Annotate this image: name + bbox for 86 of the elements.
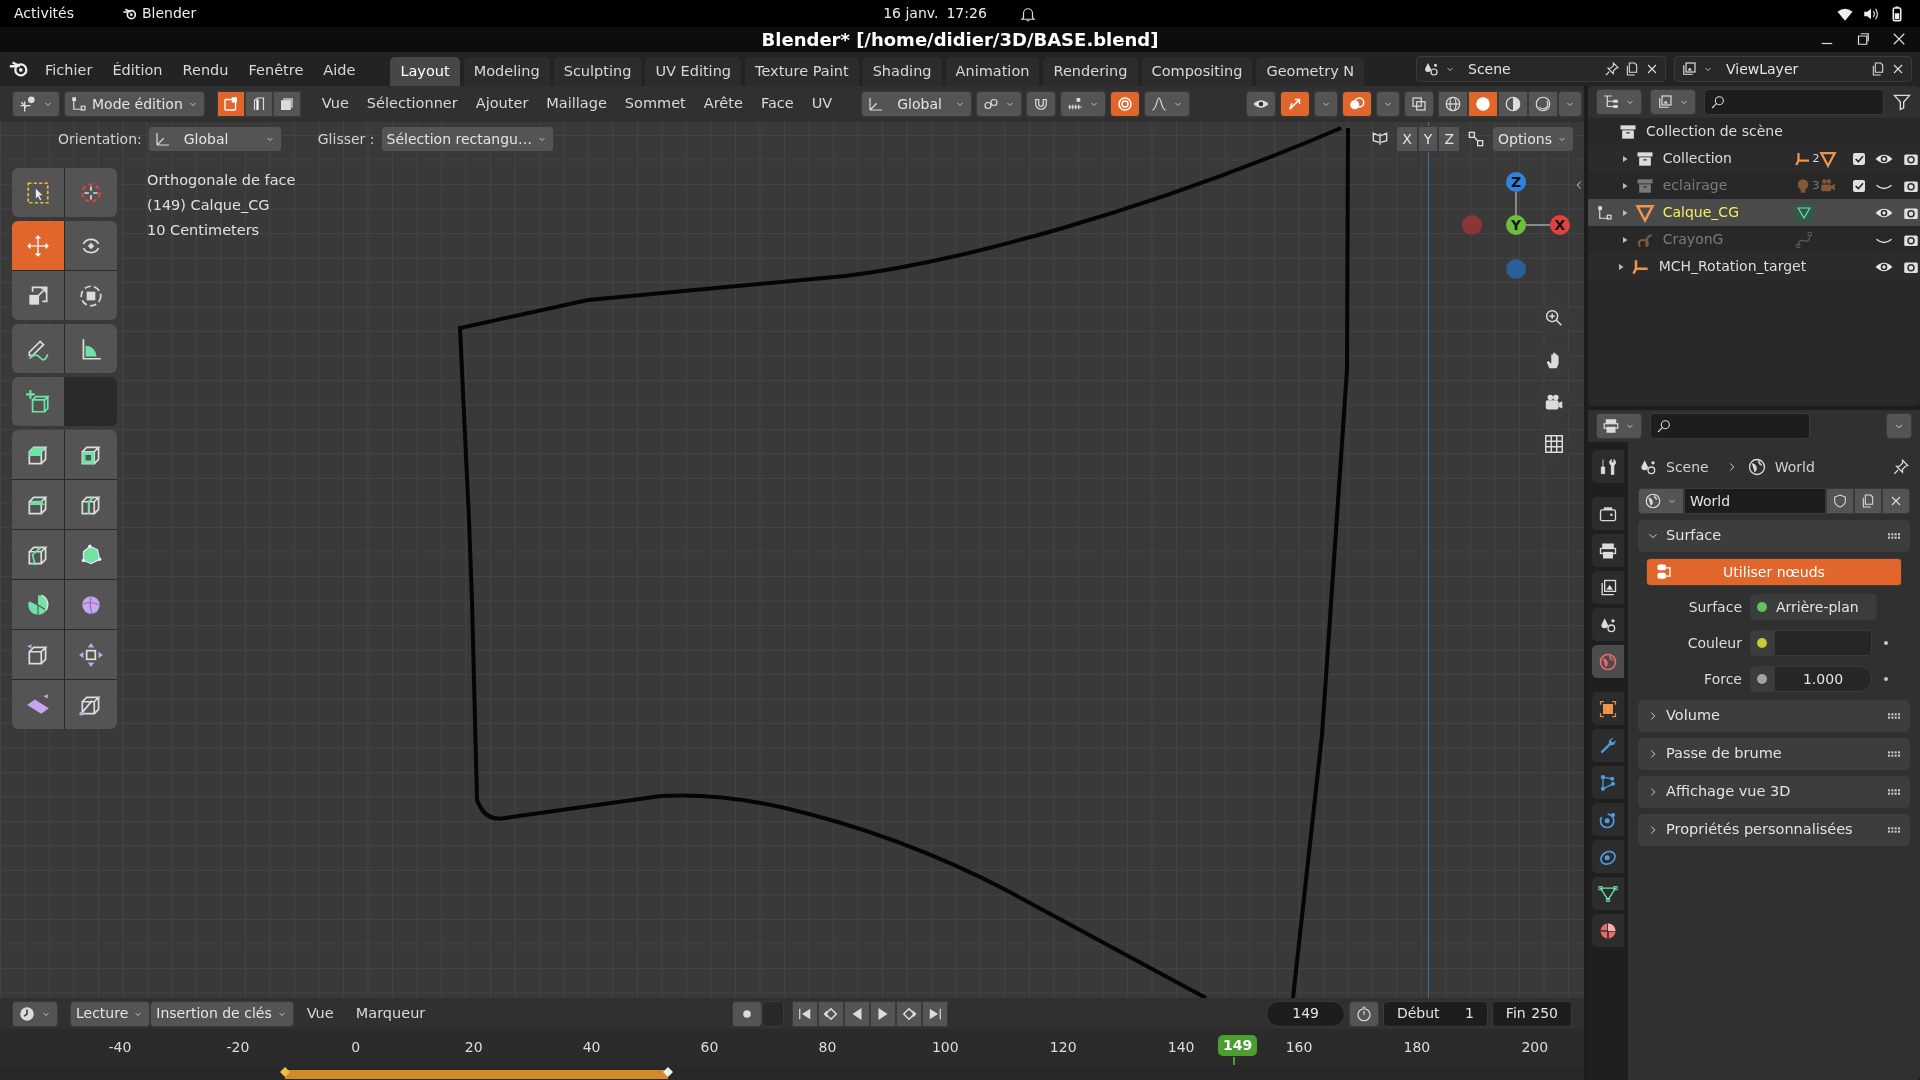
- menu-item[interactable]: UV: [802, 89, 842, 119]
- frame-tick-label: 60: [700, 1038, 719, 1057]
- workspace-tab[interactable]: Geometry N: [1256, 57, 1365, 86]
- menu-item[interactable]: Vue: [297, 998, 343, 1029]
- menu-item[interactable]: Aide: [314, 56, 365, 86]
- view-layer-selector[interactable]: ViewLayer: [1674, 56, 1912, 82]
- start-frame-field[interactable]: Début 1: [1382, 1000, 1488, 1027]
- clock-time: 17:26: [946, 4, 987, 23]
- axis-label: X: [1554, 217, 1566, 233]
- frame-tick-label: 80: [818, 1038, 837, 1057]
- shader-dropdown[interactable]: Arrière-plan: [1750, 594, 1877, 620]
- world-name-field[interactable]: World: [1684, 488, 1826, 514]
- menu-item[interactable]: Vue: [312, 89, 358, 119]
- frame-tick-label: -20: [226, 1038, 250, 1057]
- frame-tick-label: -40: [108, 1038, 132, 1057]
- menu-item[interactable]: Sélectionner: [357, 89, 467, 119]
- panel-header[interactable]: Affichage vue 3D: [1638, 776, 1910, 808]
- menu-item[interactable]: Marqueur: [346, 998, 435, 1029]
- frame-tick-label: 200: [1521, 1038, 1549, 1057]
- workspace-tab[interactable]: Compositing: [1141, 57, 1253, 86]
- field-label: Force: [1703, 669, 1742, 689]
- end-frame-field[interactable]: Fin 250: [1491, 1000, 1572, 1027]
- breadcrumb-item[interactable]: Scene: [1666, 456, 1709, 478]
- workspace-tab[interactable]: Layout: [390, 57, 460, 86]
- number-field[interactable]: 1.000: [1774, 666, 1872, 692]
- viewport-info-text: 10 Centimeters: [147, 221, 260, 240]
- frame-tick-label: 100: [931, 1038, 959, 1057]
- options-dropdown[interactable]: Options: [1491, 126, 1574, 152]
- outliner-item[interactable]: Collection de scène: [1646, 121, 1783, 142]
- field-label: Orientation:: [58, 129, 142, 149]
- current-frame-field[interactable]: 149: [1266, 1000, 1345, 1027]
- child-count: 2: [1812, 151, 1820, 167]
- axis-label: Y: [1510, 217, 1522, 233]
- workspace-tab[interactable]: UV Editing: [645, 57, 742, 86]
- workspace-tab[interactable]: Texture Paint: [745, 57, 859, 86]
- mirror-axis-toggle[interactable]: Z: [1438, 126, 1460, 152]
- workspace-tab[interactable]: Modeling: [463, 57, 550, 86]
- menu-item[interactable]: Rendu: [173, 56, 238, 86]
- outliner-item[interactable]: MCH_Rotation_target: [1658, 256, 1807, 277]
- outliner-item[interactable]: Calque_CG: [1662, 202, 1791, 223]
- app-menu-label[interactable]: Blender: [142, 3, 197, 24]
- orientation-dropdown[interactable]: Global: [147, 126, 282, 152]
- menu-item[interactable]: Fichier: [36, 56, 102, 86]
- field-label: Surface: [1687, 597, 1742, 617]
- panel-header[interactable]: Propriétés personnalisées: [1638, 814, 1910, 846]
- menu-item[interactable]: Édition: [103, 56, 172, 86]
- menu-item[interactable]: Face: [751, 89, 803, 119]
- scene-selector[interactable]: Scene: [1416, 56, 1666, 82]
- activities-button[interactable]: Activités: [14, 3, 74, 24]
- menu-item[interactable]: Ajouter: [466, 89, 538, 119]
- workspace-tab[interactable]: Rendering: [1043, 57, 1138, 86]
- outliner-row[interactable]: Calque_CG: [1588, 199, 1920, 226]
- mode-dropdown[interactable]: Mode édition: [64, 91, 205, 117]
- keying-dropdown[interactable]: Insertion de clés: [150, 1000, 294, 1027]
- child-count: 3: [1812, 178, 1820, 194]
- viewport-info-text: Orthogonale de face: [147, 171, 296, 190]
- field-label: Couleur: [1686, 633, 1742, 653]
- outliner-item[interactable]: Collection: [1662, 148, 1791, 169]
- frame-tick-label: 0: [351, 1038, 361, 1057]
- mirror-axis-toggle[interactable]: X: [1396, 126, 1418, 152]
- menu-item[interactable]: Fenêtre: [239, 56, 313, 86]
- mirror-axis-toggle[interactable]: Y: [1417, 126, 1439, 152]
- menu-item[interactable]: Maillage: [537, 89, 616, 119]
- panel-header[interactable]: Passe de brume: [1638, 738, 1910, 770]
- frame-tick-label: 120: [1049, 1038, 1077, 1057]
- menu-item[interactable]: Arête: [694, 89, 752, 119]
- frame-tick-label: 160: [1285, 1038, 1313, 1057]
- clock-date: 16 janv.: [883, 4, 939, 23]
- workspace-tab[interactable]: Animation: [945, 57, 1040, 86]
- breadcrumb-item[interactable]: World: [1774, 456, 1815, 478]
- axis-label: Z: [1510, 174, 1522, 190]
- field-label: Glisser :: [317, 129, 375, 149]
- menu-item[interactable]: Sommet: [615, 89, 695, 119]
- frame-tick-label: 140: [1167, 1038, 1195, 1057]
- playback-dropdown[interactable]: Lecture: [70, 1000, 151, 1027]
- frame-tick-label: 180: [1403, 1038, 1431, 1057]
- panel-header[interactable]: Volume: [1638, 700, 1910, 732]
- drag-dropdown[interactable]: Sélection rectangu…: [380, 126, 554, 152]
- frame-tick-label: 20: [464, 1038, 483, 1057]
- panel-header[interactable]: Surface: [1638, 520, 1910, 552]
- workspace-tab[interactable]: Shading: [862, 57, 942, 86]
- viewport-info-text: (149) Calque_CG: [147, 196, 270, 215]
- window-title: Blender* [/home/didier/3D/BASE.blend]: [761, 28, 1159, 52]
- orientation-dropdown[interactable]: Global: [861, 91, 972, 117]
- frame-tick-label: 40: [582, 1038, 601, 1057]
- workspace-tab[interactable]: Sculpting: [553, 57, 642, 86]
